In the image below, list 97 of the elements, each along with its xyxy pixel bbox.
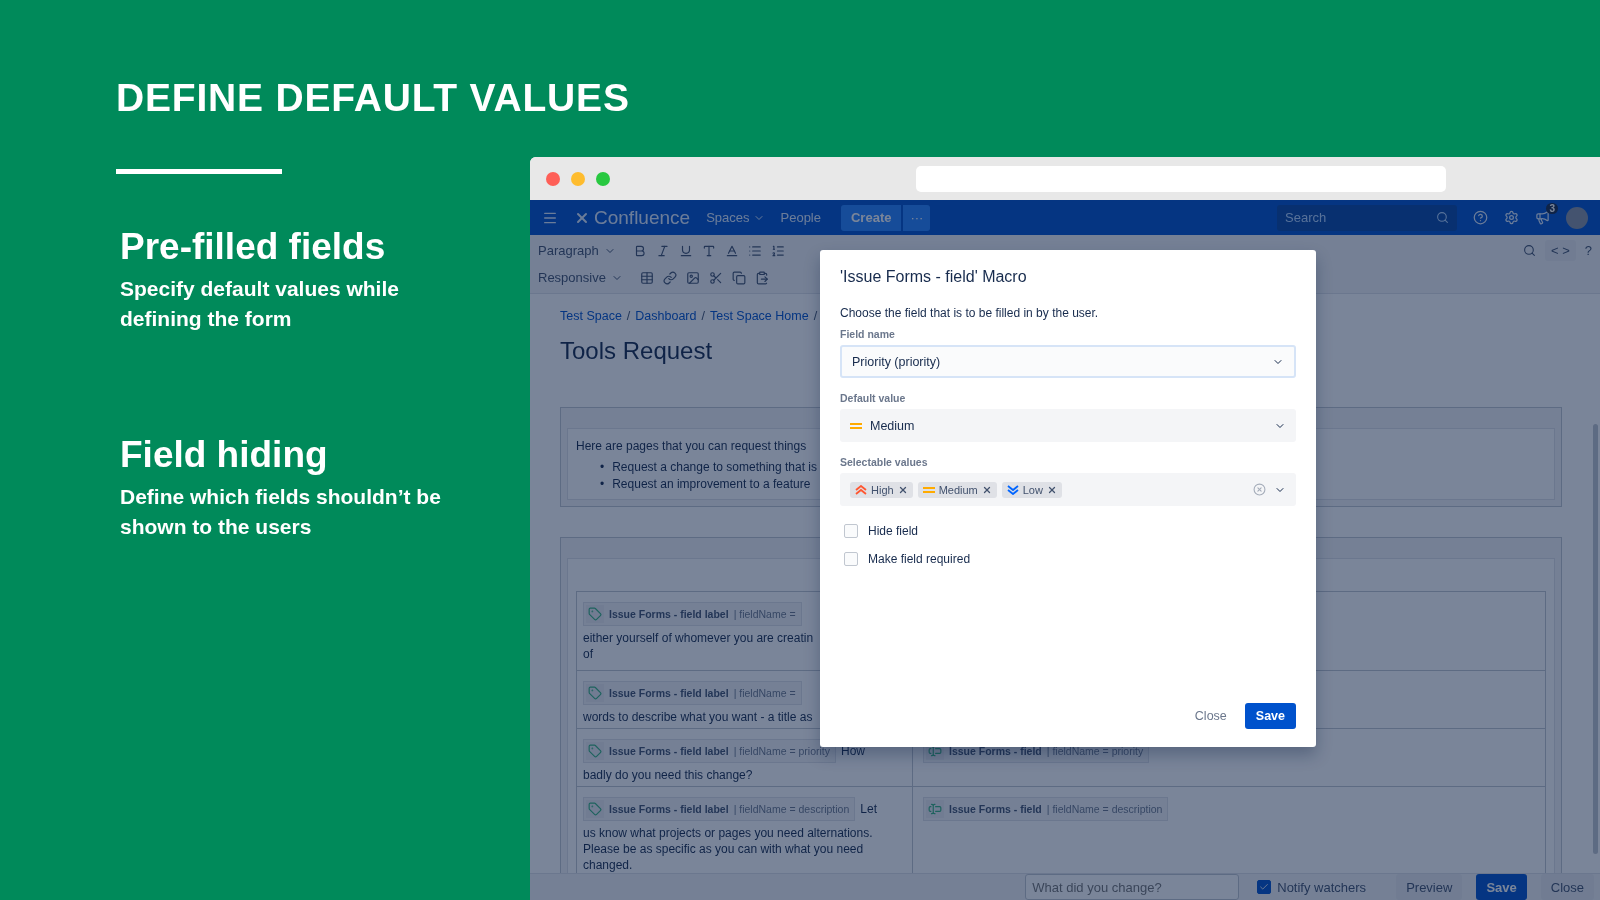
field-label: Field name (840, 328, 896, 340)
megaphone-icon[interactable] (1535, 210, 1550, 225)
feature-title: Pre-filled fields (120, 225, 387, 268)
search-icon[interactable] (1522, 244, 1536, 257)
dialog-description: Choose the field that is to be filled in by the user. (840, 306, 1100, 320)
link-icon[interactable] (662, 270, 677, 285)
nav-menu[interactable]: People (780, 210, 821, 225)
field-label-macro[interactable]: Issue Forms - field label | fieldName = priority (583, 739, 836, 763)
bullet-item: Request a change to something that is (612, 459, 817, 476)
tag-icon (586, 605, 604, 623)
row-text: either yourself of whomever you are creatin (583, 630, 814, 646)
search-field[interactable]: Search (1277, 204, 1457, 231)
row-text: Let (860, 802, 877, 816)
row-text: us know what projects or pages you need alternations. Please be as specific as you can with what you need changed. (583, 825, 874, 873)
notify-checkbox[interactable] (1257, 880, 1272, 894)
bullet-list-icon[interactable] (747, 243, 762, 258)
checkbox[interactable] (844, 524, 858, 538)
breadcrumb-link[interactable]: Dashboard (635, 309, 697, 323)
close-button[interactable]: Close (1188, 708, 1233, 724)
default-value-select[interactable]: Medium (840, 409, 1296, 442)
breadcrumb-separator: / (626, 309, 631, 323)
checkbox[interactable] (844, 552, 858, 566)
value-tag[interactable]: Low (1001, 481, 1062, 498)
remove-icon[interactable] (897, 484, 908, 495)
row-text: How (841, 744, 866, 758)
breadcrumb-separator: / (813, 309, 818, 323)
preview-button[interactable]: Preview (1396, 874, 1463, 900)
confluence-logo[interactable]: Confluence (574, 206, 691, 229)
field-name-select[interactable]: Priority (priority) (840, 345, 1296, 378)
feature-description: Define which fields shouldn’t be shown to the users (120, 483, 442, 540)
avatar[interactable] (1566, 206, 1588, 229)
breadcrumb-separator: / (701, 309, 705, 323)
field-label: Selectable values (840, 456, 929, 468)
create-button[interactable]: Create (841, 204, 902, 231)
tag-icon (586, 800, 604, 818)
paragraph-style-select[interactable]: Paragraph (538, 243, 599, 258)
bullet-marker: • (600, 459, 605, 476)
low-priority-icon (1006, 484, 1019, 495)
notification-badge: 3 (1546, 203, 1558, 214)
clear-icon[interactable] (1253, 483, 1266, 496)
slide-headline: DEFINE DEFAULT VALUES (116, 75, 630, 121)
scissors-icon[interactable] (708, 270, 723, 285)
breadcrumb-link[interactable]: Test Space Home (709, 309, 809, 323)
value-tag[interactable]: Medium (917, 481, 997, 498)
save-button[interactable]: Save (1476, 874, 1527, 900)
numbered-list-icon[interactable] (770, 243, 785, 258)
field-label-macro[interactable]: Issue Forms - field label | fieldName = (583, 602, 802, 626)
medium-priority-icon (922, 485, 935, 494)
more-button[interactable]: ··· (902, 204, 931, 231)
text-color-icon[interactable] (701, 243, 716, 258)
remove-icon[interactable] (1046, 484, 1057, 495)
tag-icon (586, 684, 604, 702)
nav-menu[interactable]: Spaces (706, 210, 750, 225)
value-tag[interactable]: High (850, 481, 913, 498)
maximize-window-button[interactable] (596, 171, 610, 186)
field-macro[interactable]: Issue Forms - field | fieldName = description (923, 797, 1169, 821)
intro-text: Here are pages that you can request things (576, 439, 807, 453)
medium-priority-icon (850, 421, 862, 430)
underline-icon[interactable] (678, 243, 693, 258)
layout-select[interactable]: Responsive (538, 270, 606, 285)
text-field-icon (926, 800, 944, 818)
copy-icon[interactable] (731, 270, 746, 285)
change-comment-field[interactable]: What did you change? (1025, 874, 1240, 900)
close-window-button[interactable] (546, 171, 560, 186)
breadcrumb-link[interactable]: Test Space (560, 309, 622, 323)
high-priority-icon (855, 484, 867, 495)
close-button[interactable]: Close (1540, 874, 1594, 900)
feature-title: Field hiding (120, 433, 329, 476)
text-style-icon[interactable] (724, 243, 739, 258)
row-text: words to describe what you want - a title as (583, 709, 813, 725)
image-icon[interactable] (685, 270, 700, 285)
row-text: of (583, 646, 593, 662)
help-button[interactable]: ? (1584, 243, 1592, 258)
checkbox-label: Notify watchers (1277, 879, 1367, 895)
bullet-marker: • (600, 476, 605, 493)
checkbox-label: Hide field (868, 524, 919, 538)
dialog-title: 'Issue Forms - field' Macro (840, 268, 1028, 286)
feature-description: Specify default values while defining the form (120, 275, 400, 332)
settings-icon[interactable] (1504, 210, 1519, 225)
help-icon[interactable] (1473, 210, 1488, 225)
tag-icon (586, 742, 604, 760)
save-button[interactable]: Save (1244, 703, 1296, 729)
paste-icon[interactable] (754, 270, 769, 285)
search-icon (1436, 211, 1449, 224)
field-label: Default value (840, 392, 907, 404)
table-icon[interactable] (639, 270, 654, 285)
page-title: Tools Request (560, 337, 713, 365)
remove-icon[interactable] (981, 484, 992, 495)
source-button[interactable]: < > (1544, 240, 1576, 261)
checkmark-icon (1259, 882, 1270, 892)
italic-icon[interactable] (655, 243, 670, 258)
row-text: badly do you need this change? (583, 767, 754, 783)
field-label-macro[interactable]: Issue Forms - field label | fieldName = (583, 681, 802, 705)
bullet-item: Request an improvement to a feature (612, 476, 811, 493)
selectable-values-select[interactable]: High Medium Low (840, 473, 1296, 506)
checkbox-label: Make field required (868, 552, 971, 566)
field-label-macro[interactable]: Issue Forms - field label | fieldName = description (583, 797, 856, 821)
